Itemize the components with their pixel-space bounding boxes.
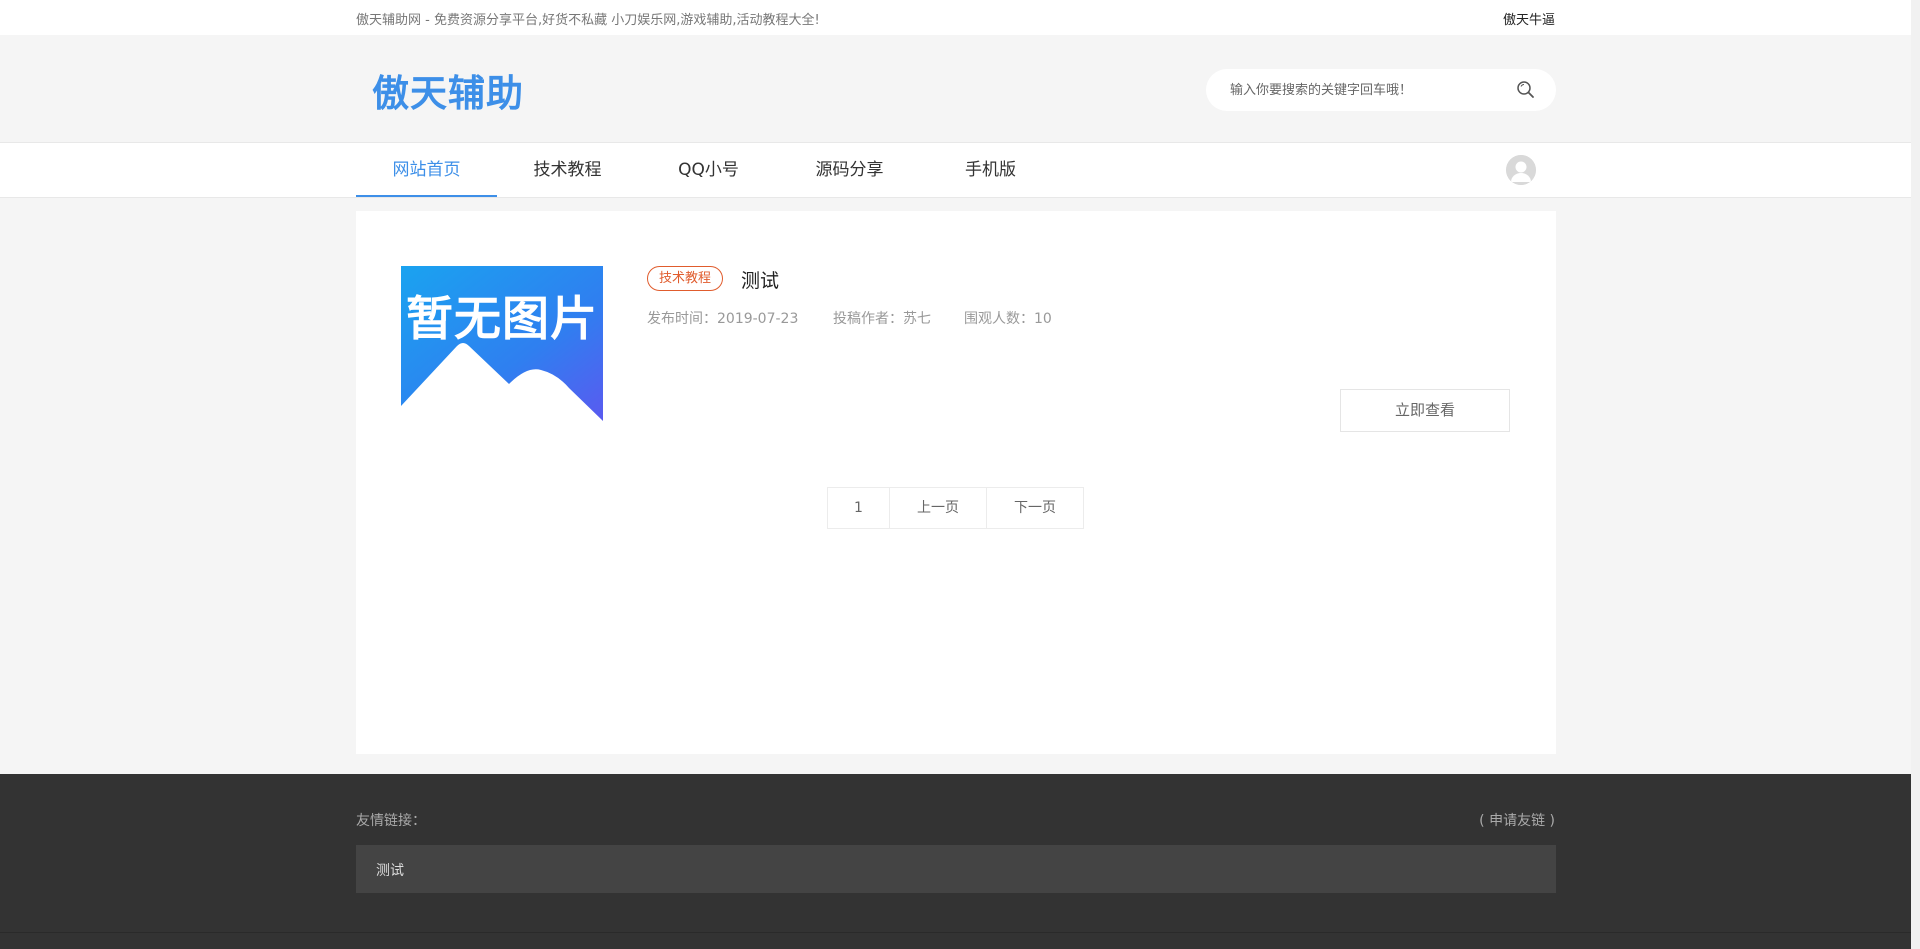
nav-item-source-code[interactable]: 源码分享 [779,143,920,197]
friend-link[interactable]: 测试 [376,860,404,880]
nav-item-tutorials[interactable]: 技术教程 [497,143,638,197]
next-page-button[interactable]: 下一页 [987,488,1083,528]
thumbnail-placeholder-text: 暂无图片 [406,292,598,347]
page-scrollbar[interactable] [1911,0,1920,949]
footer-divider [0,932,1911,933]
site-logo[interactable]: 傲天辅助 [372,63,524,117]
view-now-button[interactable]: 立即查看 [1340,389,1510,432]
post-publish-time: 发布时间：2019-07-23 [647,311,799,327]
prev-page-button[interactable]: 上一页 [890,488,987,528]
post-title[interactable]: 测试 [741,266,779,293]
post-thumbnail[interactable]: 暂无图片 [401,266,603,421]
user-avatar-icon[interactable] [1506,155,1536,185]
friend-links-list: 测试 [356,845,1556,893]
nav-item-qq-accounts[interactable]: QQ小号 [638,143,779,197]
brand-link[interactable]: 傲天牛逼 [1503,9,1555,28]
search-icon[interactable] [1516,80,1536,100]
friend-links-title: 友情链接： [356,813,426,829]
site-slogan: 傲天辅助网 - 免费资源分享平台,好货不私藏 小刀娱乐网,游戏辅助,活动教程大全… [356,13,820,28]
header: 傲天辅助 [0,35,1911,142]
content-panel: 暂无图片 技术教程 测试 发布时间：2019-07-23 投稿作者：苏七 围观人… [356,211,1556,754]
apply-link-button[interactable]: ( 申请友链 ) [1479,810,1555,830]
nav-item-home[interactable]: 网站首页 [356,143,497,197]
post-category-tag[interactable]: 技术教程 [647,266,724,291]
search-box [1206,69,1556,111]
top-bar: 傲天辅助网 - 免费资源分享平台,好货不私藏 小刀娱乐网,游戏辅助,活动教程大全… [0,0,1911,35]
page-number-current[interactable]: 1 [828,488,890,528]
main-nav: 网站首页 技术教程 QQ小号 源码分享 手机版 [0,142,1911,198]
pagination: 1 上一页 下一页 [827,487,1084,529]
post-item: 暂无图片 技术教程 测试 发布时间：2019-07-23 投稿作者：苏七 围观人… [401,266,1511,432]
post-views: 围观人数：10 [964,311,1052,327]
search-input[interactable] [1230,80,1510,100]
post-author: 投稿作者：苏七 [833,311,931,327]
footer: 友情链接： ( 申请友链 ) 测试 [0,774,1911,949]
nav-item-mobile[interactable]: 手机版 [920,143,1061,197]
